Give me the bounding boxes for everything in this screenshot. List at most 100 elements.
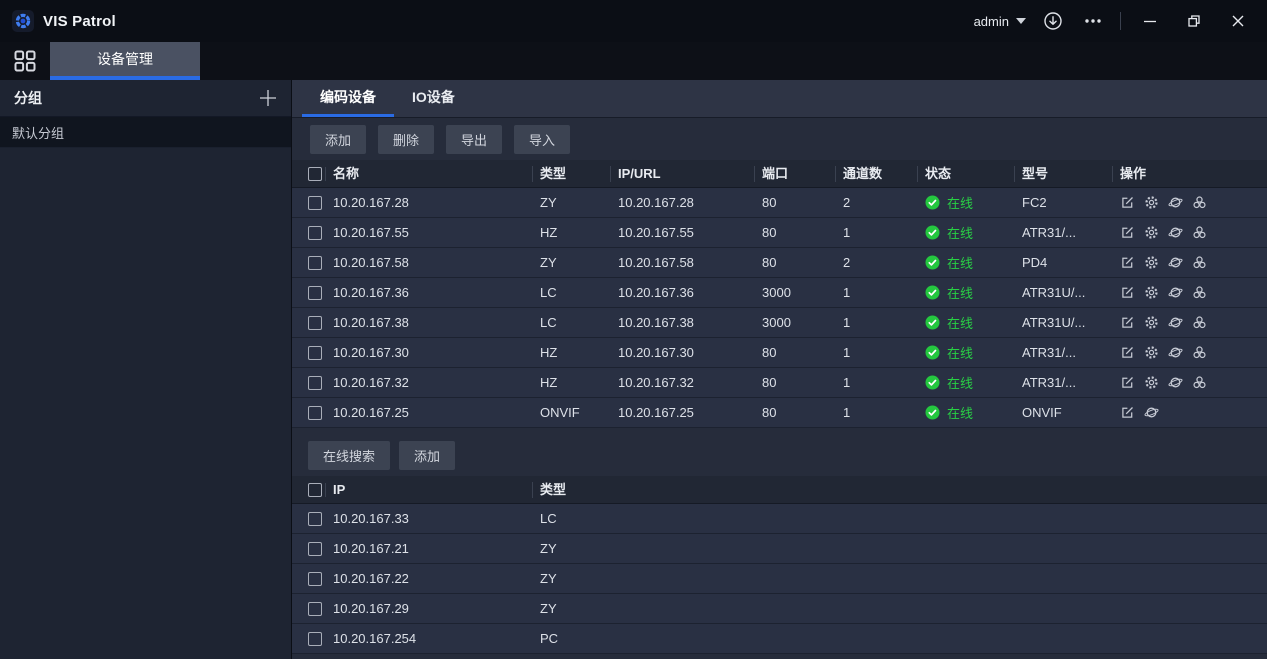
- group-icon[interactable]: [1192, 345, 1207, 360]
- more-options-icon[interactable]: [1080, 8, 1106, 34]
- row-checkbox[interactable]: [308, 286, 322, 300]
- table-row[interactable]: 10.20.167.33 LC: [292, 504, 1267, 534]
- group-icon[interactable]: [1192, 255, 1207, 270]
- edit-icon[interactable]: [1120, 315, 1135, 330]
- table-row[interactable]: 10.20.167.36 LC 10.20.167.36 3000 1 在线 A…: [292, 278, 1267, 308]
- table-row[interactable]: 10.20.167.32 HZ 10.20.167.32 80 1 在线 ATR…: [292, 368, 1267, 398]
- device-name: 10.20.167.58: [326, 255, 533, 270]
- edit-icon[interactable]: [1120, 285, 1135, 300]
- edit-icon[interactable]: [1120, 345, 1135, 360]
- row-checkbox[interactable]: [308, 256, 322, 270]
- group-icon[interactable]: [1192, 375, 1207, 390]
- tab-io-devices[interactable]: IO设备: [394, 80, 473, 117]
- tab-label: IO设备: [412, 87, 455, 107]
- settings-icon[interactable]: [1144, 285, 1159, 300]
- channel-icon[interactable]: [1144, 405, 1159, 420]
- table-row[interactable]: 10.20.167.254 PC: [292, 624, 1267, 654]
- window-tab-device-management[interactable]: 设备管理: [50, 42, 200, 80]
- device-model: PD4: [1015, 255, 1113, 270]
- table-row[interactable]: 10.20.167.58 ZY 10.20.167.58 80 2 在线 PD4: [292, 248, 1267, 278]
- device-name: 10.20.167.32: [326, 375, 533, 390]
- titlebar-divider: [1120, 12, 1121, 30]
- minimize-button[interactable]: [1135, 7, 1165, 35]
- edit-icon[interactable]: [1120, 195, 1135, 210]
- row-checkbox[interactable]: [308, 602, 322, 616]
- user-menu[interactable]: admin: [974, 14, 1026, 29]
- chevron-down-icon: [1016, 18, 1026, 24]
- channel-icon[interactable]: [1168, 225, 1183, 240]
- column-header-type: 类型: [533, 482, 1267, 498]
- column-header-channels: 通道数: [836, 166, 918, 182]
- settings-icon[interactable]: [1144, 255, 1159, 270]
- status-label: 在线: [947, 403, 973, 422]
- edit-icon[interactable]: [1120, 405, 1135, 420]
- add-searched-button[interactable]: 添加: [399, 441, 455, 470]
- close-button[interactable]: [1223, 7, 1253, 35]
- tab-encoding-devices[interactable]: 编码设备: [302, 80, 394, 117]
- restore-button[interactable]: [1179, 7, 1209, 35]
- row-checkbox[interactable]: [308, 376, 322, 390]
- group-icon[interactable]: [1192, 285, 1207, 300]
- device-toolbar: 添加 删除 导出 导入: [292, 118, 1267, 160]
- row-checkbox[interactable]: [308, 196, 322, 210]
- channel-icon[interactable]: [1168, 315, 1183, 330]
- table-row[interactable]: 10.20.167.25 ONVIF 10.20.167.25 80 1 在线 …: [292, 398, 1267, 428]
- row-checkbox[interactable]: [308, 346, 322, 360]
- searched-type: ZY: [533, 541, 1267, 556]
- table-row[interactable]: 10.20.167.55 HZ 10.20.167.55 80 1 在线 ATR…: [292, 218, 1267, 248]
- group-icon[interactable]: [1192, 315, 1207, 330]
- import-button[interactable]: 导入: [514, 125, 570, 154]
- settings-icon[interactable]: [1144, 195, 1159, 210]
- settings-icon[interactable]: [1144, 315, 1159, 330]
- channel-icon[interactable]: [1168, 285, 1183, 300]
- column-header-port: 端口: [755, 166, 836, 182]
- searched-ip: 10.20.167.22: [326, 571, 533, 586]
- edit-icon[interactable]: [1120, 255, 1135, 270]
- table-row[interactable]: 10.20.167.21 ZY: [292, 534, 1267, 564]
- device-type: HZ: [533, 225, 611, 240]
- device-port: 80: [755, 375, 836, 390]
- device-channels: 1: [836, 345, 918, 360]
- channel-icon[interactable]: [1168, 195, 1183, 210]
- table-row[interactable]: 10.20.167.38 LC 10.20.167.38 3000 1 在线 A…: [292, 308, 1267, 338]
- table-row[interactable]: 10.20.167.29 ZY: [292, 594, 1267, 624]
- row-checkbox[interactable]: [308, 406, 322, 420]
- select-all-search-checkbox[interactable]: [308, 483, 322, 497]
- device-model: ATR31U/...: [1015, 285, 1113, 300]
- device-ip: 10.20.167.58: [611, 255, 755, 270]
- edit-icon[interactable]: [1120, 375, 1135, 390]
- settings-icon[interactable]: [1144, 375, 1159, 390]
- channel-icon[interactable]: [1168, 345, 1183, 360]
- edit-icon[interactable]: [1120, 225, 1135, 240]
- sidebar-item-default-group[interactable]: 默认分组: [0, 117, 291, 148]
- row-checkbox[interactable]: [308, 632, 322, 646]
- device-channels: 2: [836, 195, 918, 210]
- device-port: 3000: [755, 285, 836, 300]
- delete-device-button[interactable]: 删除: [378, 125, 434, 154]
- row-checkbox[interactable]: [308, 572, 322, 586]
- export-button[interactable]: 导出: [446, 125, 502, 154]
- group-icon[interactable]: [1192, 195, 1207, 210]
- device-model: FC2: [1015, 195, 1113, 210]
- settings-icon[interactable]: [1144, 225, 1159, 240]
- select-all-checkbox[interactable]: [308, 167, 322, 181]
- add-device-button[interactable]: 添加: [310, 125, 366, 154]
- table-row[interactable]: 10.20.167.22 ZY: [292, 564, 1267, 594]
- navbar: 设备管理: [0, 42, 1267, 80]
- settings-icon[interactable]: [1144, 345, 1159, 360]
- channel-icon[interactable]: [1168, 375, 1183, 390]
- row-checkbox[interactable]: [308, 226, 322, 240]
- online-status-icon: [925, 405, 940, 420]
- online-search-button[interactable]: 在线搜索: [308, 441, 390, 470]
- group-icon[interactable]: [1192, 225, 1207, 240]
- app-grid-icon[interactable]: [0, 42, 50, 80]
- table-row[interactable]: 10.20.167.28 ZY 10.20.167.28 80 2 在线 FC2: [292, 188, 1267, 218]
- row-checkbox[interactable]: [308, 316, 322, 330]
- row-checkbox[interactable]: [308, 512, 322, 526]
- channel-icon[interactable]: [1168, 255, 1183, 270]
- add-group-button[interactable]: [259, 89, 277, 107]
- device-status: 在线: [918, 193, 1015, 212]
- row-checkbox[interactable]: [308, 542, 322, 556]
- download-icon[interactable]: [1040, 8, 1066, 34]
- table-row[interactable]: 10.20.167.30 HZ 10.20.167.30 80 1 在线 ATR…: [292, 338, 1267, 368]
